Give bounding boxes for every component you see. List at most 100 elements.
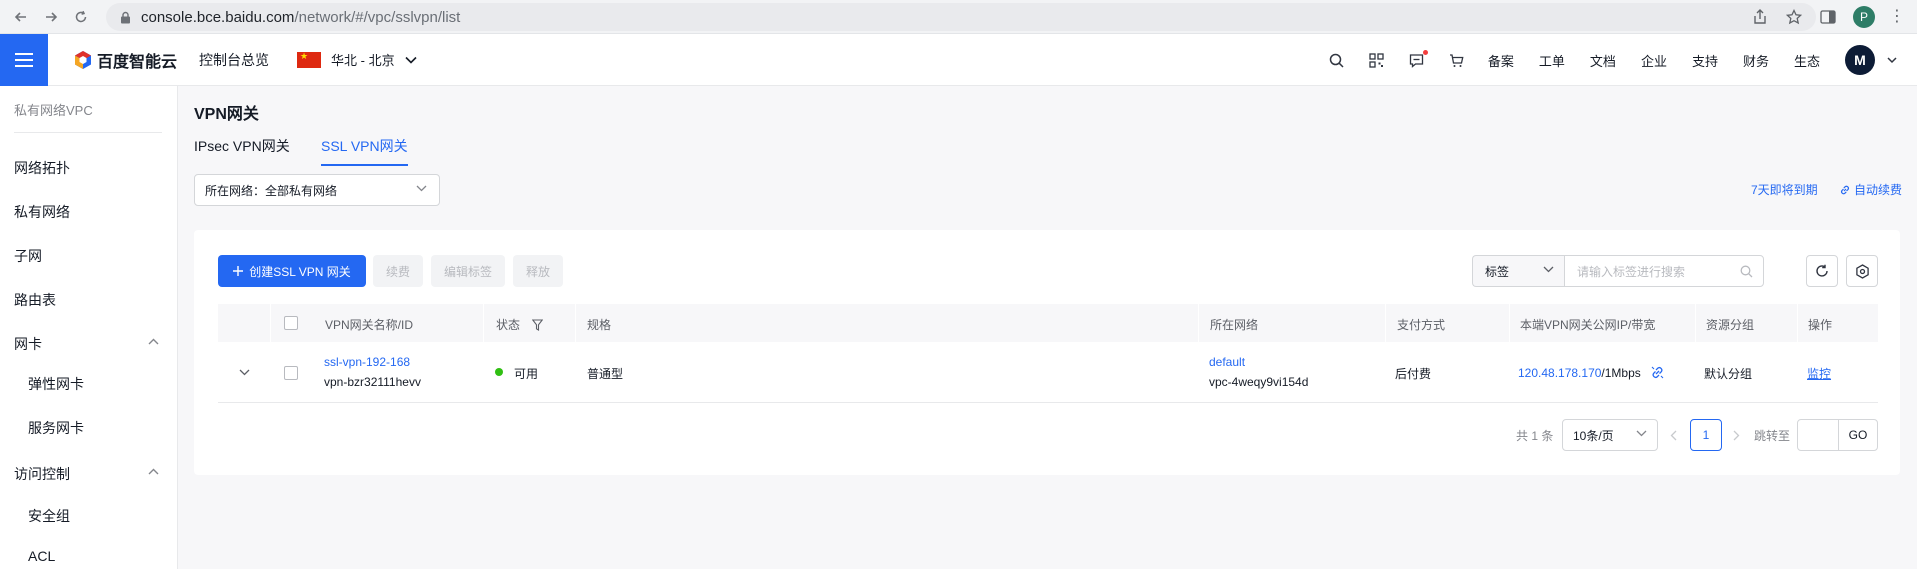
chevron-up-icon[interactable] (148, 338, 159, 345)
column-header-name: VPN网关名称/ID (325, 318, 414, 332)
next-page-icon[interactable] (1733, 430, 1740, 441)
sidebar-item-elastic-nic[interactable]: 弹性网卡 (28, 374, 84, 394)
header-link-enterprise[interactable]: 企业 (1641, 51, 1667, 70)
hamburger-menu-icon[interactable] (0, 33, 48, 86)
unbind-link-icon[interactable] (1650, 365, 1665, 380)
network-name-link[interactable]: default (1209, 355, 1245, 369)
sidebar-item-security-group[interactable]: 安全组 (28, 506, 70, 526)
go-button[interactable]: GO (1838, 419, 1878, 451)
sidebar-item-topology[interactable]: 网络拓扑 (14, 158, 70, 178)
prev-page-icon[interactable] (1670, 430, 1677, 441)
row-divider (218, 402, 1878, 403)
share-icon[interactable] (1751, 8, 1769, 26)
sidebar-item-route-table[interactable]: 路由表 (14, 290, 56, 310)
vpn-name-link[interactable]: ssl-vpn-192-168 (324, 355, 410, 369)
monitor-link[interactable]: 监控 (1807, 365, 1831, 382)
network-filter-select[interactable]: 所在网络： 全部私有网络 (194, 174, 440, 206)
browser-toolbar: console.bce.baidu.com/network/#/vpc/sslv… (0, 0, 1917, 34)
row-checkbox[interactable] (284, 366, 298, 380)
column-separator (1797, 304, 1798, 342)
sidebar-title: 私有网络VPC (14, 103, 93, 118)
status-header-label: 状态 (496, 318, 521, 332)
network-id: vpc-4weqy9vi154d (1209, 375, 1309, 389)
pagination-total: 共 1 条 (1516, 429, 1554, 443)
browser-profile-avatar[interactable]: P (1853, 6, 1875, 28)
column-header-spec: 规格 (587, 318, 612, 332)
network-filter-label: 所在网络： (205, 183, 266, 198)
jump-to-label: 跳转至 (1754, 429, 1791, 443)
bandwidth: /1Mbps (1601, 365, 1641, 380)
column-separator (1385, 304, 1386, 342)
sidebar-item-service-nic[interactable]: 服务网卡 (28, 418, 84, 438)
console-home-link[interactable]: 控制台总览 (199, 50, 269, 70)
create-ssl-vpn-button[interactable]: 创建SSL VPN 网关 (218, 255, 366, 287)
link-icon (1839, 184, 1851, 196)
filter-icon[interactable] (532, 318, 544, 331)
sidebar-item-nic[interactable]: 网卡 (14, 334, 42, 354)
sidebar-item-acl[interactable]: ACL (28, 548, 55, 564)
reload-icon[interactable] (72, 8, 90, 26)
jump-page-input[interactable] (1797, 419, 1839, 451)
header-link-support[interactable]: 支持 (1692, 51, 1718, 70)
vpc-sidebar: 私有网络VPC 网络拓扑 私有网络 子网 路由表 网卡 弹性网卡 服务网卡 访问… (0, 86, 178, 569)
header-link-docs[interactable]: 文档 (1590, 51, 1616, 70)
release-button[interactable]: 释放 (513, 255, 563, 287)
sidebar-item-subnet[interactable]: 子网 (14, 246, 42, 266)
chevron-down-icon (416, 185, 427, 192)
page-number-button[interactable]: 1 (1690, 419, 1722, 451)
renew-button[interactable]: 续费 (373, 255, 423, 287)
refresh-button[interactable] (1806, 255, 1838, 287)
address-bar[interactable]: console.bce.baidu.com/network/#/vpc/sslv… (106, 3, 1816, 31)
region-selector[interactable]: 华北 - 北京 (297, 50, 417, 69)
notification-dot (1422, 50, 1428, 55)
search-icon[interactable] (1328, 51, 1346, 69)
column-header-payment: 支付方式 (1397, 318, 1446, 332)
search-icon[interactable] (1740, 265, 1753, 278)
sidebar-item-access-control[interactable]: 访问控制 (14, 464, 70, 484)
header-link-ticket[interactable]: 工单 (1539, 51, 1565, 70)
baidu-cloud-logo[interactable]: 百度智能云 (73, 48, 177, 72)
qrcode-icon[interactable] (1368, 51, 1386, 69)
chevron-down-icon (1543, 266, 1554, 273)
header-link-finance[interactable]: 财务 (1743, 51, 1769, 70)
forward-icon[interactable] (42, 8, 60, 26)
status-available-dot (495, 368, 503, 376)
bookmark-star-icon[interactable] (1785, 8, 1803, 26)
url-path: /network/#/vpc/sslvpn/list (294, 8, 461, 26)
column-separator (1695, 304, 1696, 342)
search-type-select[interactable]: 标签 (1472, 255, 1564, 287)
chevron-up-icon[interactable] (148, 468, 159, 475)
network-filter-value: 全部私有网络 (265, 183, 338, 198)
public-ip-cell: 120.48.178.170/1Mbps (1518, 365, 1665, 380)
browser-menu-icon[interactable]: ⋮ (1889, 9, 1905, 25)
user-avatar[interactable]: M (1845, 45, 1875, 75)
sidebar-panel-icon[interactable] (1819, 8, 1837, 26)
column-separator (270, 304, 271, 342)
public-ip-link[interactable]: 120.48.178.170 (1518, 366, 1601, 380)
payment-method: 后付费 (1395, 367, 1432, 381)
page-title: VPN网关 (194, 106, 259, 123)
column-header-actions: 操作 (1808, 318, 1833, 332)
expiring-soon-link[interactable]: 7天即将到期 (1751, 181, 1818, 198)
header-link-ecosystem[interactable]: 生态 (1794, 51, 1820, 70)
column-settings-button[interactable] (1846, 255, 1878, 287)
chevron-down-icon[interactable] (1887, 56, 1897, 64)
search-type-label: 标签 (1485, 264, 1510, 279)
console-header: 百度智能云 控制台总览 华北 - 北京 备案 工单 文档 企业 支持 财务 生态… (0, 33, 1917, 86)
sidebar-item-vpc[interactable]: 私有网络 (14, 202, 70, 222)
resource-group: 默认分组 (1704, 367, 1753, 381)
page-size-select[interactable]: 10条/页 (1562, 419, 1658, 451)
back-icon[interactable] (12, 8, 30, 26)
header-link-beian[interactable]: 备案 (1488, 51, 1514, 70)
cart-icon[interactable] (1448, 51, 1466, 69)
expand-row-icon[interactable] (239, 369, 250, 376)
edit-tags-button[interactable]: 编辑标签 (431, 255, 505, 287)
message-icon[interactable] (1408, 50, 1428, 69)
select-all-checkbox[interactable] (284, 316, 298, 330)
tab-ipsec-vpn[interactable]: IPsec VPN网关 (194, 136, 290, 164)
auto-renew-link[interactable]: 自动续费 (1839, 181, 1902, 198)
tag-search-input[interactable]: 请输入标签进行搜索 (1564, 255, 1764, 287)
create-button-label: 创建SSL VPN 网关 (249, 264, 351, 279)
tab-ssl-vpn[interactable]: SSL VPN网关 (321, 136, 408, 166)
chevron-down-icon (1636, 430, 1647, 437)
